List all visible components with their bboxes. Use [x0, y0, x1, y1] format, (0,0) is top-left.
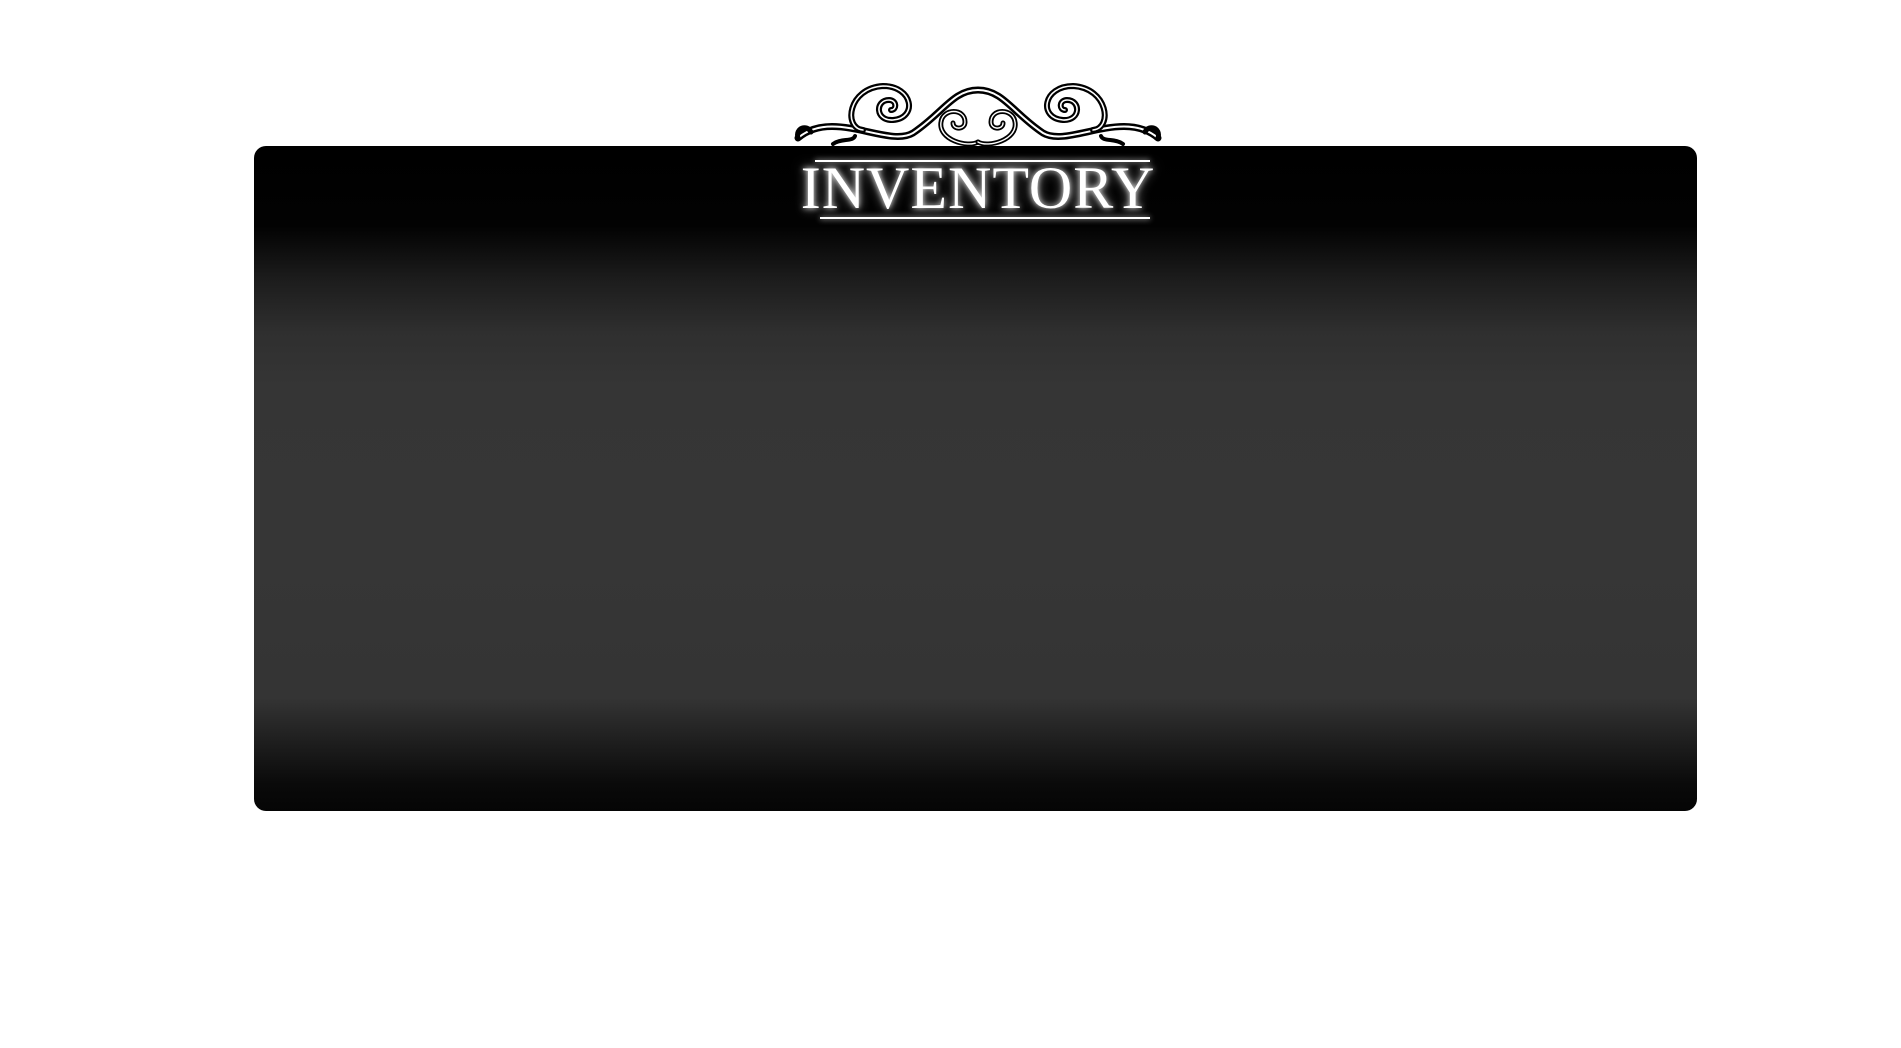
inventory-title: INVENTORY [800, 155, 1156, 221]
inventory-screen: INVENTORY [0, 0, 1901, 1048]
title-rule-bottom [820, 217, 1150, 219]
inventory-panel [254, 146, 1697, 811]
scroll-ornament-icon [794, 82, 1162, 147]
